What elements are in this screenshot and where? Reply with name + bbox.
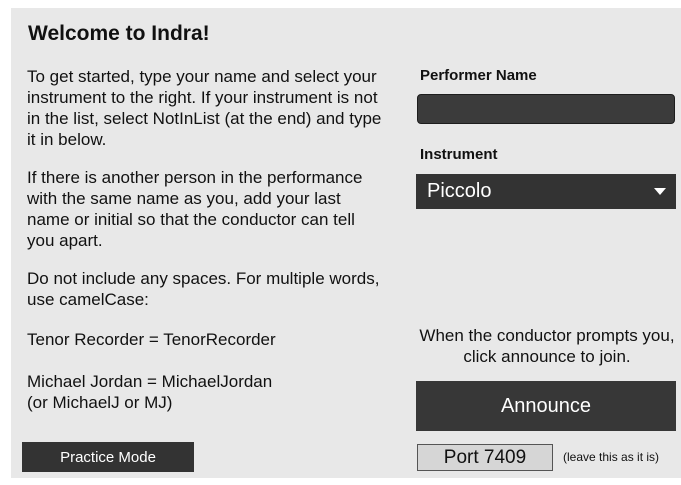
instructions-example-michael-jordan: Michael Jordan = MichaelJordan (or Michae… (27, 371, 387, 413)
performer-name-label: Performer Name (420, 67, 537, 84)
instructions-paragraph-duplicate-names: If there is another person in the perfor… (27, 168, 363, 250)
instructions: To get started, type your name and selec… (27, 66, 387, 413)
instructions-paragraph-no-spaces: Do not include any spaces. For multiple … (27, 269, 380, 309)
instructions-example-tenor-recorder: Tenor Recorder = TenorRecorder (27, 330, 276, 349)
practice-mode-button[interactable]: Practice Mode (22, 442, 194, 472)
performer-name-input[interactable] (417, 94, 675, 124)
instrument-selected-value: Piccolo (427, 180, 492, 202)
welcome-panel: Welcome to Indra! To get started, type y… (11, 8, 681, 478)
port-input[interactable] (417, 444, 553, 471)
caret-down-icon (654, 188, 666, 195)
instructions-paragraph-getting-started: To get started, type your name and selec… (27, 67, 382, 149)
example-line: Michael Jordan = MichaelJordan (27, 372, 273, 391)
example-line: (or MichaelJ or MJ) (27, 393, 173, 412)
announce-prompt: When the conductor prompts you, click an… (419, 326, 675, 366)
port-hint: (leave this as it is) (563, 450, 660, 464)
instrument-select[interactable]: Piccolo (416, 174, 676, 209)
instrument-label: Instrument (420, 146, 498, 163)
announce-button[interactable]: Announce (416, 381, 676, 431)
page-title: Welcome to Indra! (28, 22, 210, 45)
